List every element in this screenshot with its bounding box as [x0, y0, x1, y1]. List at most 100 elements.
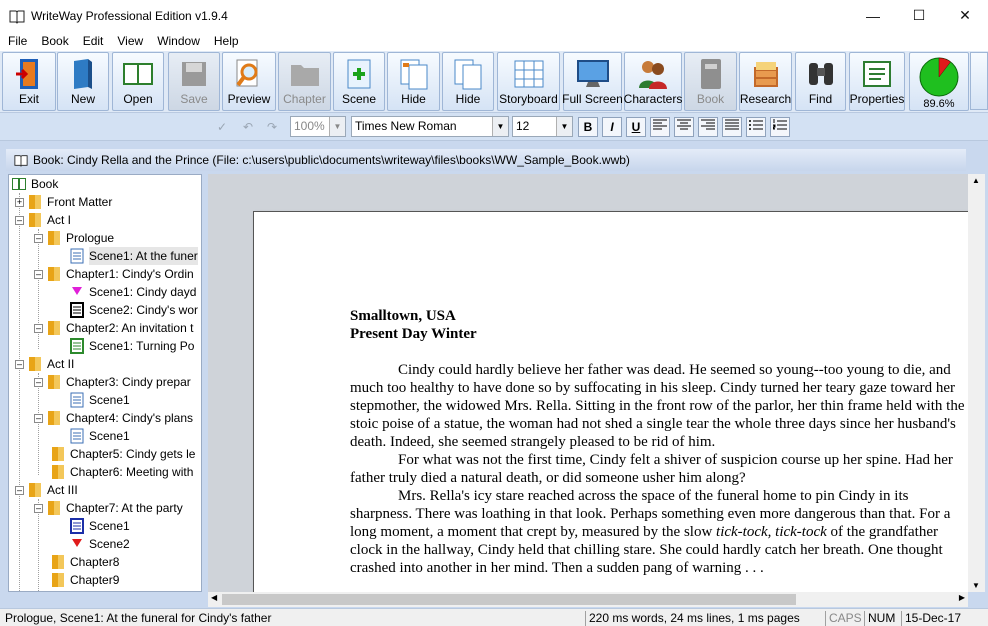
status-date: 15-Dec-17	[901, 611, 961, 626]
spellcheck-icon[interactable]: ✓	[212, 117, 232, 137]
collapse-icon[interactable]: –	[15, 359, 24, 369]
font-select[interactable]: Times New Roman ▼	[351, 116, 509, 137]
save-button[interactable]: Save	[168, 52, 220, 111]
document-page[interactable]: Smalltown, USA Present Day Winter Cindy …	[253, 211, 968, 592]
tree-chapter-6[interactable]: Chapter6: Meeting with	[50, 463, 193, 481]
underline-button[interactable]: U	[626, 117, 646, 137]
tree-chapter-2-scene1[interactable]: Scene1: Turning Po	[69, 337, 194, 355]
title-bar: WriteWay Professional Edition v1.9.4 — ☐…	[0, 0, 988, 31]
open-button[interactable]: Open	[112, 52, 164, 111]
menu-file[interactable]: File	[1, 31, 34, 51]
collapse-icon[interactable]: –	[34, 377, 43, 387]
align-center-icon[interactable]	[674, 117, 694, 137]
folder-book-icon	[29, 195, 41, 209]
close-button[interactable]: ✕	[942, 0, 988, 31]
numbered-list-icon[interactable]	[770, 117, 790, 137]
hide-button-2[interactable]: Hide	[442, 52, 494, 111]
menu-window[interactable]: Window	[150, 31, 207, 51]
collapse-icon[interactable]: –	[34, 413, 43, 423]
scene-page-icon	[70, 302, 84, 318]
tree-chapter-7[interactable]: – Chapter7: At the party	[34, 499, 183, 517]
collapse-icon[interactable]: –	[34, 323, 43, 333]
collapse-icon[interactable]: –	[15, 485, 24, 495]
tree-chapter-8[interactable]: Chapter8	[50, 553, 119, 571]
hide-button-1[interactable]: Hide	[387, 52, 440, 111]
tree-front-matter[interactable]: + Front Matter	[15, 193, 112, 211]
tree-act-3[interactable]: – Act III	[15, 481, 78, 499]
status-location: Prologue, Scene1: At the funeral for Cin…	[5, 611, 272, 625]
collapse-icon[interactable]: –	[34, 269, 43, 279]
maximize-button[interactable]: ☐	[896, 0, 942, 31]
collapse-icon[interactable]: –	[34, 233, 43, 243]
tree-chapter-1-scene2[interactable]: Scene2: Cindy's wor	[69, 301, 198, 319]
vertical-scrollbar[interactable]: ▲ ▼	[968, 174, 985, 592]
properties-button[interactable]: Properties	[849, 52, 905, 111]
collapse-icon[interactable]: –	[34, 503, 43, 513]
tree-chapter-9[interactable]: Chapter9	[50, 571, 119, 589]
italic-button[interactable]: I	[602, 117, 622, 137]
fullscreen-button[interactable]: Full Screen	[562, 52, 623, 111]
tree-act-2[interactable]: – Act II	[15, 355, 74, 373]
tree-chapter-1[interactable]: – Chapter1: Cindy's Ordin	[34, 265, 194, 283]
save-disk-icon	[177, 56, 211, 92]
justify-icon[interactable]	[722, 117, 742, 137]
tree-prologue-scene1[interactable]: Scene1: At the funer	[69, 247, 198, 265]
app-book-icon	[9, 10, 25, 24]
tree-chapter-3-scene1[interactable]: Scene1	[69, 391, 130, 409]
preview-button[interactable]: Preview	[222, 52, 276, 111]
tree-chapter-1-scene1[interactable]: Scene1: Cindy dayd	[69, 283, 196, 301]
chapter-button[interactable]: Chapter	[278, 52, 331, 111]
editor-area[interactable]: Smalltown, USA Present Day Winter Cindy …	[208, 174, 968, 592]
scroll-right-icon[interactable]: ▶	[959, 593, 965, 602]
horizontal-scrollbar[interactable]: ◀ ▶	[208, 592, 968, 607]
document-text[interactable]: Smalltown, USA Present Day Winter Cindy …	[350, 307, 968, 577]
menu-bar: File Book Edit View Window Help	[0, 31, 988, 51]
characters-button[interactable]: Characters	[624, 52, 682, 111]
scroll-down-icon[interactable]: ▼	[972, 581, 980, 590]
tree-prologue[interactable]: – Prologue	[34, 229, 114, 247]
scene-button[interactable]: Scene	[333, 52, 385, 111]
toolbar-overflow-button[interactable]	[970, 52, 988, 110]
exit-button[interactable]: Exit	[2, 52, 56, 111]
align-left-icon[interactable]	[650, 117, 670, 137]
folder-book-icon	[48, 231, 60, 245]
scene-page-icon	[70, 428, 84, 444]
storyboard-button[interactable]: Storyboard	[497, 52, 560, 111]
scene-page-icon	[70, 518, 84, 534]
menu-view[interactable]: View	[110, 31, 150, 51]
new-book-icon	[66, 56, 100, 92]
tree-chapter-3[interactable]: – Chapter3: Cindy prepar	[34, 373, 191, 391]
align-right-icon[interactable]	[698, 117, 718, 137]
scroll-left-icon[interactable]: ◀	[211, 593, 217, 602]
tree-act-1[interactable]: – Act I	[15, 211, 71, 229]
minimize-button[interactable]: —	[850, 0, 896, 31]
menu-book[interactable]: Book	[34, 31, 75, 51]
font-size-select[interactable]: 12 ▼	[512, 116, 573, 137]
folder-book-icon	[52, 555, 64, 569]
collapse-icon[interactable]: –	[15, 215, 24, 225]
new-button[interactable]: New	[57, 52, 109, 111]
bullet-list-icon[interactable]	[746, 117, 766, 137]
bold-button[interactable]: B	[578, 117, 598, 137]
tree-chapter-7-scene2[interactable]: Scene2	[69, 535, 130, 553]
redo-icon[interactable]: ↷	[262, 117, 282, 137]
people-icon	[636, 56, 670, 92]
tree-chapter-2[interactable]: – Chapter2: An invitation t	[34, 319, 193, 337]
tree-chapter-5[interactable]: Chapter5: Cindy gets le	[50, 445, 195, 463]
expand-icon[interactable]: +	[15, 197, 24, 207]
research-button[interactable]: Research	[739, 52, 792, 111]
tree-chapter-4-scene1[interactable]: Scene1	[69, 427, 130, 445]
scroll-up-icon[interactable]: ▲	[972, 176, 980, 185]
menu-edit[interactable]: Edit	[76, 31, 111, 51]
undo-icon[interactable]: ↶	[238, 117, 258, 137]
scroll-thumb[interactable]	[222, 594, 796, 605]
progress-button[interactable]: 89.6%	[909, 52, 969, 111]
menu-help[interactable]: Help	[207, 31, 246, 51]
tree-book[interactable]: Book	[11, 175, 58, 193]
tree-chapter-7-scene1[interactable]: Scene1	[69, 517, 130, 535]
new-scene-icon	[342, 56, 376, 92]
find-button[interactable]: Find	[795, 52, 846, 111]
tree-chapter-4[interactable]: – Chapter4: Cindy's plans	[34, 409, 193, 427]
book-button[interactable]: Book	[684, 52, 737, 111]
zoom-select[interactable]: 100% ▼	[290, 116, 346, 137]
